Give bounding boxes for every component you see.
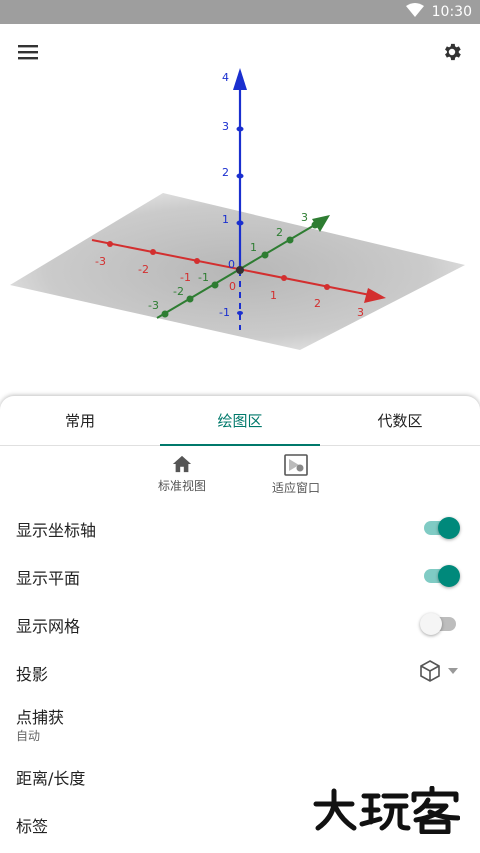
x-tick-label: -2 bbox=[138, 263, 149, 276]
y-tick-label: 1 bbox=[250, 241, 257, 254]
gear-icon bbox=[445, 43, 461, 61]
point-capture-value: 自动 bbox=[16, 729, 41, 743]
z-tick-label: 1 bbox=[222, 213, 229, 226]
home-icon bbox=[172, 455, 192, 473]
show-grid-label: 显示网格 bbox=[16, 617, 81, 636]
y-tick-label: -1 bbox=[198, 271, 209, 284]
z-axis-arrow bbox=[233, 68, 247, 90]
projection-label: 投影 bbox=[16, 665, 49, 684]
tab-bar: 常用 绘图区 代数区 bbox=[0, 396, 480, 446]
x-tick-label: -1 bbox=[180, 271, 191, 284]
status-bar: 10:30 bbox=[0, 0, 480, 24]
y-tick-label: 2 bbox=[276, 226, 283, 239]
chevron-down-icon bbox=[448, 668, 458, 674]
z-tick-label: 0 bbox=[228, 258, 235, 271]
cube-icon bbox=[420, 660, 440, 682]
zoom-to-fit-icon bbox=[284, 454, 308, 476]
show-plane-row[interactable]: 显示平面 bbox=[0, 552, 480, 600]
show-axes-row[interactable]: 显示坐标轴 bbox=[0, 504, 480, 552]
distance-label: 距离/长度 bbox=[16, 769, 86, 788]
show-plane-label: 显示平面 bbox=[16, 569, 81, 588]
tab-algebra[interactable]: 代数区 bbox=[320, 396, 480, 445]
projection-dropdown[interactable] bbox=[420, 660, 458, 682]
fit-window-button[interactable]: 适应窗口 bbox=[251, 454, 341, 496]
status-time: 10:30 bbox=[431, 4, 472, 20]
standard-view-label: 标准视图 bbox=[157, 479, 206, 493]
x-tick-label: -3 bbox=[95, 255, 106, 268]
show-grid-row[interactable]: 显示网格 bbox=[0, 600, 480, 648]
show-plane-toggle[interactable] bbox=[420, 564, 460, 588]
origin-point bbox=[236, 266, 244, 274]
wifi-icon bbox=[405, 3, 424, 21]
tab-common[interactable]: 常用 bbox=[0, 396, 160, 445]
labels-label: 标签 bbox=[16, 817, 49, 836]
quick-actions: 标准视图 适应窗口 bbox=[0, 454, 480, 504]
fit-window-label: 适应窗口 bbox=[271, 481, 320, 495]
x-tick-label: 2 bbox=[314, 297, 321, 310]
settings-panel: 常用 绘图区 代数区 标准视图 适应窗口 显示坐标轴 显示平面 显示网格 投影 … bbox=[0, 396, 480, 853]
menu-button[interactable] bbox=[12, 38, 44, 66]
x-tick-label: 3 bbox=[357, 306, 364, 319]
origin-label: 0 bbox=[229, 280, 236, 293]
watermark-logo-art bbox=[313, 785, 461, 835]
x-tick-label: 1 bbox=[270, 289, 277, 302]
z-tick-label: 2 bbox=[222, 166, 229, 179]
show-grid-toggle[interactable] bbox=[420, 612, 460, 636]
graphics-3d-view[interactable]: -3 -2 -1 1 2 3 -3 -2 -1 1 2 3 -1 0 1 2 3… bbox=[0, 24, 480, 396]
point-capture-row[interactable]: 点捕获 自动 bbox=[0, 696, 480, 752]
z-tick-label: 4 bbox=[222, 71, 229, 84]
y-tick-label: 3 bbox=[301, 211, 308, 224]
settings-button[interactable] bbox=[436, 36, 468, 68]
watermark-logo bbox=[312, 785, 461, 835]
menu-icon bbox=[18, 45, 38, 60]
z-tick-label: -1 bbox=[219, 306, 230, 319]
z-tick-label: 3 bbox=[222, 120, 229, 133]
graphics-canvas[interactable]: -3 -2 -1 1 2 3 -3 -2 -1 1 2 3 -1 0 1 2 3… bbox=[0, 24, 480, 396]
status-right: 10:30 bbox=[405, 3, 472, 21]
show-axes-label: 显示坐标轴 bbox=[16, 521, 97, 540]
y-tick-label: -2 bbox=[173, 285, 184, 298]
y-tick-label: -3 bbox=[148, 299, 159, 312]
projection-row[interactable]: 投影 bbox=[0, 648, 480, 696]
tab-graphics[interactable]: 绘图区 bbox=[160, 396, 320, 446]
point-capture-label: 点捕获 bbox=[16, 708, 65, 727]
show-axes-toggle[interactable] bbox=[420, 516, 460, 540]
standard-view-button[interactable]: 标准视图 bbox=[137, 454, 227, 494]
